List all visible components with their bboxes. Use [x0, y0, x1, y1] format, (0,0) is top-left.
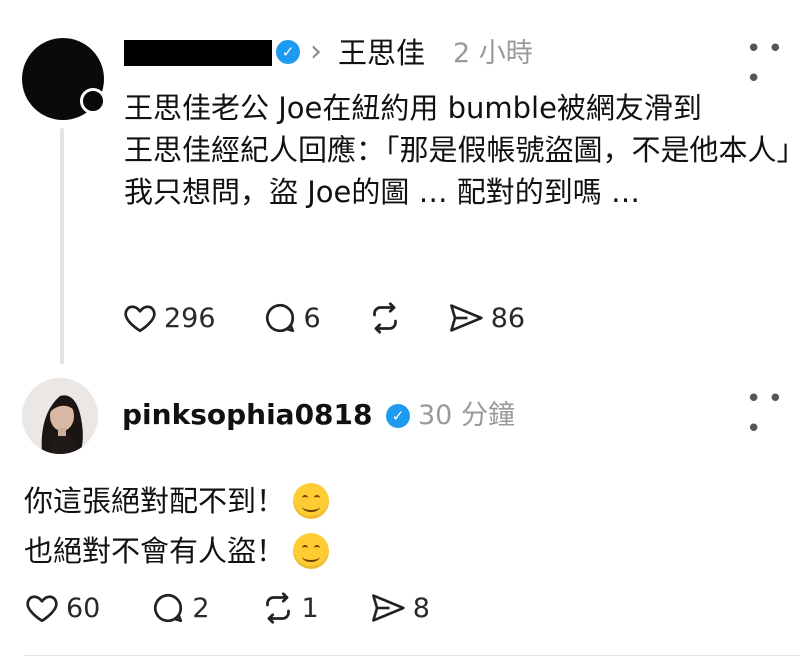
chevron-right-icon: ›: [310, 34, 322, 69]
share-count: 8: [412, 592, 430, 624]
divider: [24, 655, 800, 656]
post-line-1: 王思佳老公 Joe在紐約用 bumble被網友滑到: [124, 91, 702, 125]
smiling-face-emoji: [293, 533, 330, 569]
post-line-2: 王思佳經紀人回應：「那是假帳號盜圖，不是他本人」: [124, 133, 800, 167]
repost-icon: [372, 302, 397, 334]
post-content: 王思佳老公 Joe在紐約用 bumble被網友滑到 王思佳經紀人回應：「那是假帳…: [124, 87, 800, 213]
thread-line: [60, 128, 64, 364]
post-actions: 296 6 86: [122, 300, 525, 336]
heart-icon: [26, 595, 58, 623]
reply-username[interactable]: pinksophia0818: [122, 395, 373, 435]
share-button[interactable]: 86: [447, 300, 525, 336]
repost-button[interactable]: [367, 300, 403, 336]
comment-bubble-icon: [265, 303, 294, 333]
reply-line-2: 也絕對不會有人盜！: [24, 526, 764, 576]
comment-count: 6: [303, 302, 321, 334]
send-icon: [449, 304, 483, 332]
smiling-face-emoji: [293, 483, 330, 519]
reply-actions: 60 2 1 8: [24, 590, 430, 626]
portrait-photo: [22, 378, 98, 454]
avatar-badge: [80, 88, 106, 114]
like-button[interactable]: 60: [24, 590, 100, 626]
comment-bubble-icon: [154, 593, 183, 623]
verified-badge-icon: ✓: [276, 40, 300, 64]
comment-button[interactable]: 2: [150, 590, 210, 626]
comment-button[interactable]: 6: [262, 300, 321, 336]
share-button[interactable]: 8: [369, 590, 430, 626]
like-count: 296: [164, 302, 216, 334]
comment-count: 2: [192, 592, 210, 624]
repost-icon: [265, 592, 290, 624]
heart-icon: [124, 305, 156, 333]
repost-button[interactable]: 1: [260, 590, 319, 626]
reply-content: 你這張絕對配不到！ 也絕對不會有人盜！: [24, 476, 764, 576]
like-button[interactable]: 296: [122, 300, 216, 336]
verified-badge-icon: ✓: [386, 404, 410, 428]
reply-line-1: 你這張絕對配不到！: [24, 476, 764, 526]
more-options-icon[interactable]: • • •: [746, 34, 800, 94]
redacted-username: [124, 40, 272, 66]
reply-author-avatar[interactable]: [22, 378, 98, 454]
post-line-3: 我只想問，盜 Joe的圖 … 配對的到嗎 …: [124, 175, 641, 209]
repost-count: 1: [301, 592, 319, 624]
post-time: 2 小時: [453, 38, 533, 69]
reply-time: 30 分鐘: [418, 400, 515, 431]
like-count: 60: [66, 592, 101, 624]
repost-source-name[interactable]: 王思佳: [338, 32, 425, 74]
share-count: 86: [490, 302, 526, 334]
more-options-icon[interactable]: • • •: [746, 384, 800, 444]
send-icon: [371, 594, 405, 622]
